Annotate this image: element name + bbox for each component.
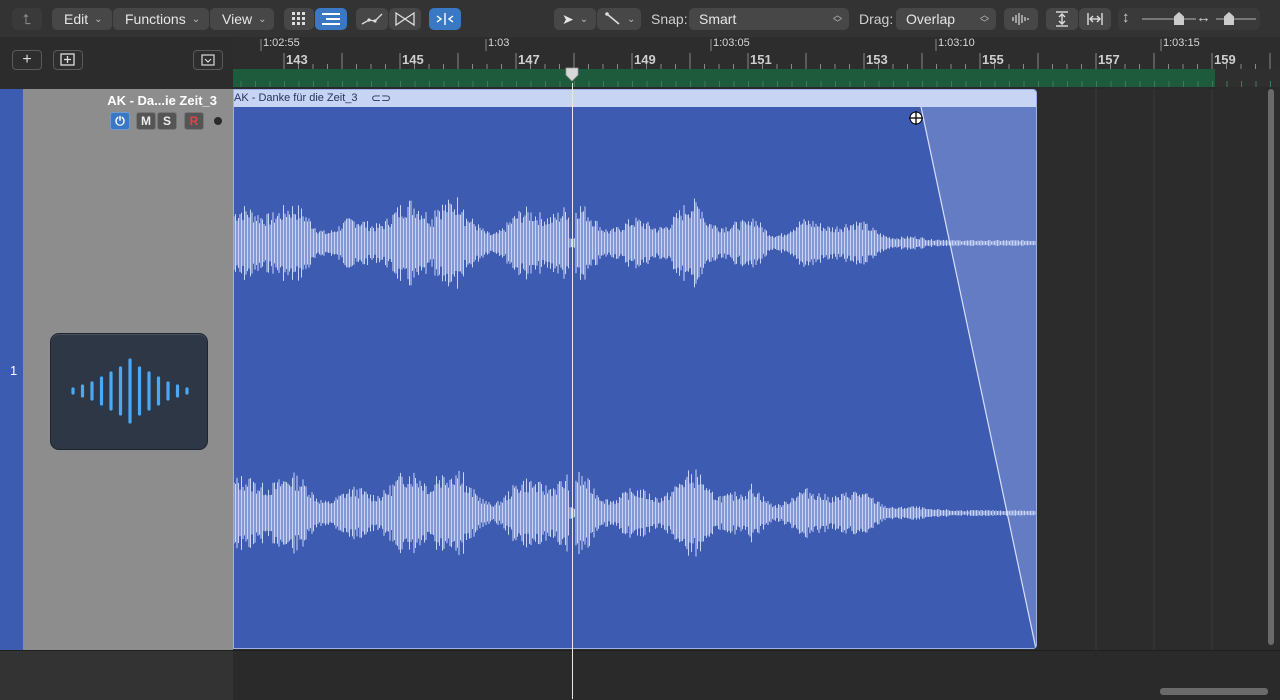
- vertical-zoom-thumb[interactable]: [1174, 12, 1184, 25]
- drag-label: Drag:: [859, 11, 894, 27]
- fit-horizontal-button[interactable]: [1079, 8, 1111, 30]
- solo-label: S: [162, 114, 171, 128]
- vertical-scrollbar[interactable]: [1268, 89, 1274, 645]
- solo-button[interactable]: S: [157, 112, 177, 130]
- playhead-handle[interactable]: [564, 67, 580, 83]
- edit-menu-button[interactable]: Edit ⌄: [52, 8, 112, 30]
- grid-view-button[interactable]: [284, 8, 314, 30]
- track-on-off-button[interactable]: ⏻: [110, 112, 130, 130]
- up-down-chevron-icon: ︿ ﹀: [832, 10, 842, 28]
- snap-label: Snap:: [651, 11, 688, 27]
- chevron-down-icon: ⌄: [579, 13, 589, 25]
- horizontal-scrollbar[interactable]: [1160, 688, 1268, 695]
- add-track-button[interactable]: +: [12, 50, 42, 70]
- list-view-button[interactable]: [315, 8, 347, 30]
- bar-ruler-ticks: [283, 53, 1271, 69]
- automation-button[interactable]: [356, 8, 388, 30]
- functions-menu-button[interactable]: Functions ⌄: [113, 8, 209, 30]
- flex-icon: [395, 11, 415, 27]
- chevron-down-icon: ⌄: [627, 13, 636, 25]
- vertical-zoom-icon: ↕: [1122, 9, 1130, 26]
- up-arrow-button[interactable]: ⮤: [12, 8, 42, 30]
- horizontal-zoom-thumb[interactable]: [1224, 12, 1234, 25]
- vertical-fit-icon: [1056, 11, 1068, 27]
- audio-region[interactable]: AK - Danke für die Zeit_3 ⊂⊃: [233, 89, 1037, 649]
- record-label: R: [189, 114, 199, 128]
- drag-value: Overlap: [906, 11, 956, 27]
- grid-icon: [292, 12, 305, 25]
- waveform-icon: [1012, 13, 1029, 25]
- catch-button[interactable]: [429, 8, 461, 30]
- collapse-icon: [201, 54, 215, 66]
- track-header[interactable]: AK - Da...ie Zeit_3 ⏻ M S R: [23, 89, 233, 650]
- chevron-down-icon: ⌄: [94, 13, 103, 25]
- flex-button[interactable]: [389, 8, 421, 30]
- new-track-with-settings-button[interactable]: [53, 50, 83, 70]
- region-header[interactable]: AK - Danke für die Zeit_3 ⊂⊃: [234, 90, 1036, 107]
- fade-tool-icon: [605, 12, 620, 25]
- global-tracks-button[interactable]: [193, 50, 223, 70]
- add-track-icon: [60, 53, 75, 66]
- region-name: AK - Danke für die Zeit_3: [234, 92, 358, 104]
- chevron-down-icon: ⌄: [258, 13, 267, 25]
- cycle-ticks: [240, 81, 1271, 87]
- automation-icon: [361, 13, 383, 25]
- toolbar: ⮤ Edit ⌄ Functions ⌄ View ⌄ ➤ ⌄ ⌄ Snap: …: [0, 0, 1280, 38]
- horizontal-zoom-icon: ↔: [1196, 9, 1211, 26]
- mute-label: M: [141, 114, 151, 128]
- secondary-tool-menu[interactable]: ⌄: [597, 8, 641, 30]
- catch-icon: [436, 13, 454, 25]
- waveform-display: [234, 107, 1036, 648]
- functions-menu-label: Functions: [125, 11, 186, 27]
- time-ruler[interactable]: 1:02:55 1:03 1:03:05 1:03:10 1:03:15: [233, 37, 1280, 51]
- view-menu-label: View: [222, 11, 253, 27]
- fade-cursor-icon: [909, 111, 923, 125]
- power-icon: ⏻: [115, 113, 125, 128]
- track-list-footer: [0, 650, 233, 700]
- chevron-down-icon: ⌄: [191, 13, 201, 25]
- fit-vertical-button[interactable]: [1046, 8, 1078, 30]
- record-enable-button[interactable]: R: [184, 112, 204, 130]
- plus-icon: +: [22, 51, 32, 68]
- view-menu-button[interactable]: View ⌄: [210, 8, 274, 30]
- time-ruler-ticks: [260, 39, 1162, 51]
- waveform-zoom-button[interactable]: [1004, 8, 1038, 30]
- stereo-link-icon: ⊂⊃: [371, 91, 392, 105]
- playhead-line[interactable]: [572, 83, 573, 699]
- track-icon[interactable]: [50, 333, 208, 450]
- track-number-column: 1: [0, 89, 23, 650]
- tracks-area[interactable]: AK - Danke für die Zeit_3 ⊂⊃: [233, 89, 1280, 650]
- vertical-zoom-slider[interactable]: [1142, 18, 1196, 20]
- snap-dropdown[interactable]: Smart ︿ ﹀: [689, 8, 849, 30]
- up-down-chevron-icon: ︿ ﹀: [979, 10, 989, 28]
- cycle-area[interactable]: [233, 69, 1280, 87]
- pointer-tool-menu[interactable]: ➤ ⌄: [554, 8, 596, 30]
- track-name[interactable]: AK - Da...ie Zeit_3: [107, 93, 217, 108]
- input-monitoring-indicator[interactable]: [214, 117, 222, 125]
- mute-button[interactable]: M: [136, 112, 156, 130]
- track-number: 1: [10, 363, 18, 378]
- drag-dropdown[interactable]: Overlap ︿ ﹀: [896, 8, 996, 30]
- empty-track-area[interactable]: [233, 650, 1280, 700]
- horizontal-fit-icon: [1087, 13, 1103, 25]
- horizontal-zoom-slider[interactable]: [1216, 18, 1256, 20]
- list-icon: [322, 13, 340, 25]
- audio-waveform-icon: [71, 358, 189, 424]
- zoom-controls: ↕ ↔: [1118, 8, 1260, 30]
- pointer-icon: ➤: [562, 10, 574, 27]
- snap-value: Smart: [699, 11, 737, 27]
- up-arrow-icon: ⮤: [22, 10, 32, 27]
- bar-ruler[interactable]: 143 145 147 149 151 153 155 157 159: [233, 51, 1280, 69]
- edit-menu-label: Edit: [64, 11, 89, 27]
